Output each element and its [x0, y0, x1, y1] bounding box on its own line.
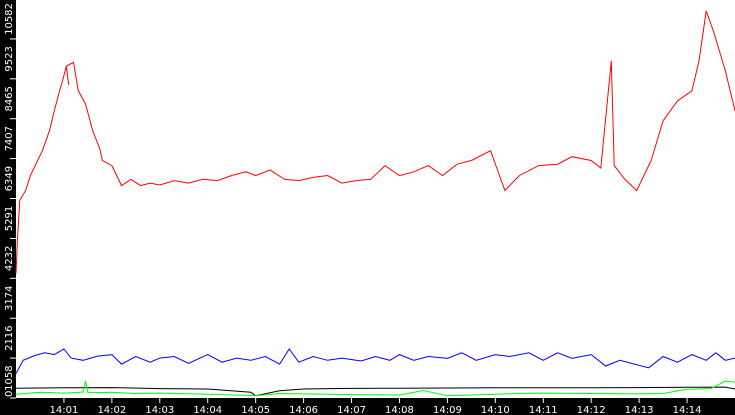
x-tick-label: 14:05 — [241, 405, 270, 415]
x-axis: 14:01 14:02 14:03 14:04 14:05 14:06 14:07 14:08… — [50, 398, 702, 415]
x-tick-label: 14:09 — [433, 405, 462, 415]
x-tick-label: 14:08 — [385, 405, 414, 415]
x-tick-label: 14:11 — [529, 405, 558, 415]
x-tick-label: 14:14 — [673, 405, 702, 415]
y-tick-label: 8465 — [4, 86, 15, 111]
y-tick-label: 1058 — [4, 365, 15, 390]
x-tick-label: 14:04 — [193, 405, 222, 415]
y-tick-label: 2116 — [4, 325, 15, 350]
y-tick-label: 7407 — [4, 126, 15, 151]
y-tick-label: 10582 — [4, 3, 15, 35]
plot-area — [16, 0, 735, 398]
x-tick-label: 14:03 — [145, 405, 174, 415]
y-axis: 0105821163174423252916349740784659523105… — [4, 3, 16, 399]
x-tick-label: 14:07 — [337, 405, 366, 415]
y-tick-label: 5291 — [4, 206, 15, 231]
chart: 0 1058 2116 3174 4232 5291 6349 7407 8465 9523 105… — [0, 0, 735, 415]
line-chart: 0105821163174423252916349740784659523105… — [4, 0, 735, 415]
y-tick-label: 6349 — [4, 166, 15, 191]
y-tick-label: 9523 — [4, 46, 15, 71]
x-tick-label: 14:01 — [50, 405, 79, 415]
x-tick-label: 14:02 — [97, 405, 126, 415]
x-tick-label: 14:06 — [289, 405, 318, 415]
y-tick-label: 3174 — [4, 286, 15, 311]
x-tick-label: 14:13 — [625, 405, 654, 415]
x-tick-label: 14:10 — [481, 405, 510, 415]
x-tick-label: 14:12 — [577, 405, 606, 415]
y-tick-label: 4232 — [4, 246, 15, 271]
